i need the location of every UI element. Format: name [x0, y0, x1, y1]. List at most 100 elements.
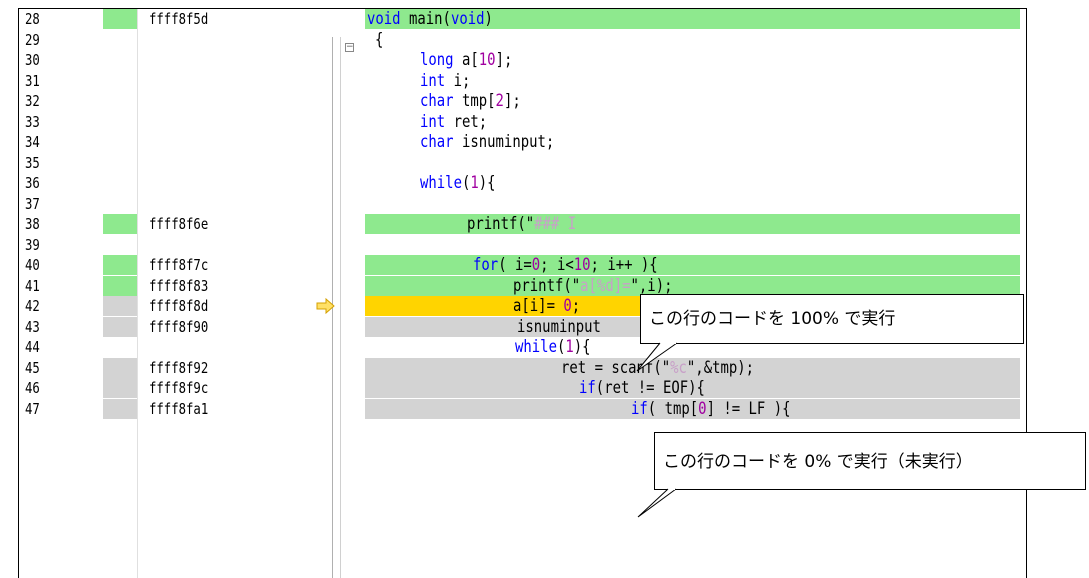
source-line[interactable]: 32 char tmp[2]; [19, 91, 1026, 111]
line-number: 36 [25, 174, 40, 192]
code-number: 1 [470, 173, 479, 193]
code-token: ]; [503, 91, 521, 111]
code-token: { [375, 29, 384, 50]
coverage-not-executed-marker [103, 398, 137, 419]
callout-not-executed-text: この行のコードを 0% で実行（未実行） [663, 452, 973, 472]
source-line[interactable]: 30 long a[10]; [19, 50, 1026, 70]
line-number: 40 [25, 256, 40, 274]
coverage-not-executed-marker [103, 316, 137, 337]
code-text: printf("a[%d]=",i); [513, 276, 672, 296]
callout-executed-text: この行のコードを 100% で実行 [649, 309, 896, 329]
source-line[interactable]: 39 [19, 235, 1026, 255]
line-number: 30 [25, 51, 40, 69]
executed-line-highlight [365, 255, 1020, 275]
address: ffff8f9c [149, 379, 209, 397]
coverage-not-executed-marker [103, 296, 137, 316]
coverage-executed-marker [103, 275, 137, 296]
code-keyword: char [420, 132, 454, 152]
code-keyword: if [579, 378, 596, 398]
line-number: 37 [25, 194, 40, 213]
source-line[interactable]: 37 [19, 194, 1026, 214]
coverage-not-executed-marker [103, 357, 137, 378]
code-token: printf(" [513, 275, 581, 296]
code-number: 0 [531, 255, 541, 275]
code-token: ( tmp[ [647, 398, 699, 419]
address: ffff8f8d [149, 297, 209, 315]
callout-not-executed: この行のコードを 0% で実行（未実行） [654, 432, 1086, 490]
code-keyword: while [515, 337, 557, 357]
code-text: { [375, 30, 383, 50]
source-line[interactable]: 46 ffff8f9c if(ret != EOF){ [19, 378, 1026, 398]
source-line[interactable]: 45 ffff8f92 ret = scanf("%c",&tmp); [19, 357, 1026, 378]
code-text: int ret; [420, 112, 487, 132]
address: ffff8f6e [149, 215, 209, 233]
code-token: i; [445, 70, 471, 91]
source-line[interactable]: 35 [19, 153, 1026, 173]
code-token: ; [571, 296, 581, 316]
source-line[interactable]: 41 ffff8f83 printf("a[%d]=",i); [19, 275, 1026, 296]
source-line[interactable]: 36 while(1){ [19, 173, 1026, 193]
line-number: 42 [25, 297, 40, 315]
code-token: ]; [495, 50, 513, 70]
line-number: 33 [25, 112, 40, 131]
code-number: 0 [698, 398, 707, 419]
line-number: 44 [25, 338, 40, 356]
code-text: while(1){ [420, 173, 496, 193]
code-token: ",&tmp); [686, 357, 755, 378]
code-text: if(ret != EOF){ [579, 378, 705, 398]
executed-line-highlight [365, 214, 1020, 234]
collapse-icon[interactable]: − [345, 43, 354, 52]
code-text: void main(void) [367, 9, 493, 29]
code-token: a[i]= [513, 296, 564, 316]
code-token: (ret != EOF){ [595, 378, 705, 398]
code-text: char isnuminput; [420, 132, 554, 152]
line-number: 45 [25, 358, 40, 377]
address: ffff8f7c [149, 256, 209, 274]
code-keyword: char [420, 91, 454, 111]
code-text: a[i]= 0; [513, 296, 580, 316]
callout-executed: この行のコードを 100% で実行 [640, 294, 1024, 344]
code-token: ; i++ ){ [590, 255, 658, 275]
code-string: ### I [534, 214, 577, 234]
code-keyword: while [420, 173, 462, 193]
code-token: ( i= [498, 255, 532, 275]
code-keyword: for [473, 255, 499, 275]
code-token: printf(" [467, 214, 535, 234]
source-line[interactable]: 33 int ret; [19, 112, 1026, 132]
callout-executed-pointer [636, 342, 678, 372]
line-number: 34 [25, 133, 40, 151]
code-text: if( tmp[0] != LF ){ [631, 399, 791, 419]
code-token: ) [484, 9, 493, 29]
code-token: ret; [445, 111, 488, 132]
coverage-executed-marker [103, 255, 137, 275]
line-number: 43 [25, 317, 40, 336]
source-line[interactable]: 40 ffff8f7c for( i=0; i<10; i++ ){ [19, 255, 1026, 275]
code-keyword: int [420, 111, 446, 132]
line-number: 39 [25, 235, 40, 254]
line-number: 41 [25, 276, 40, 295]
coverage-not-executed-marker [103, 378, 137, 398]
source-line[interactable]: 28 ffff8f5d void main(void) [19, 9, 1026, 29]
source-line[interactable]: 47 ffff8fa1 if( tmp[0] != LF ){ [19, 398, 1026, 419]
code-token: tmp[ [453, 91, 496, 111]
code-text: for( i=0; i<10; i++ ){ [473, 255, 658, 275]
code-string: a[%d]= [580, 275, 631, 296]
line-number: 28 [25, 10, 40, 28]
source-line[interactable]: 38 ffff8f6e printf("### I [19, 214, 1026, 234]
source-line[interactable]: 29 { [19, 30, 1026, 50]
line-number: 46 [25, 379, 40, 397]
arrow-right-icon [316, 297, 335, 315]
line-number: 29 [25, 30, 40, 49]
line-number: 47 [25, 399, 40, 418]
line-number: 31 [25, 71, 40, 90]
code-text: char tmp[2]; [420, 91, 521, 111]
address: ffff8f5d [149, 10, 209, 28]
code-token: main( [400, 9, 451, 29]
code-text: printf("### I [467, 214, 576, 234]
source-line[interactable]: 34 char isnuminput; [19, 132, 1026, 152]
source-line[interactable]: 31 int i; [19, 70, 1026, 91]
code-text: long a[10]; [420, 50, 512, 70]
address: ffff8fa1 [149, 399, 209, 418]
code-keyword: long [420, 50, 454, 70]
code-number: 10 [573, 255, 591, 275]
